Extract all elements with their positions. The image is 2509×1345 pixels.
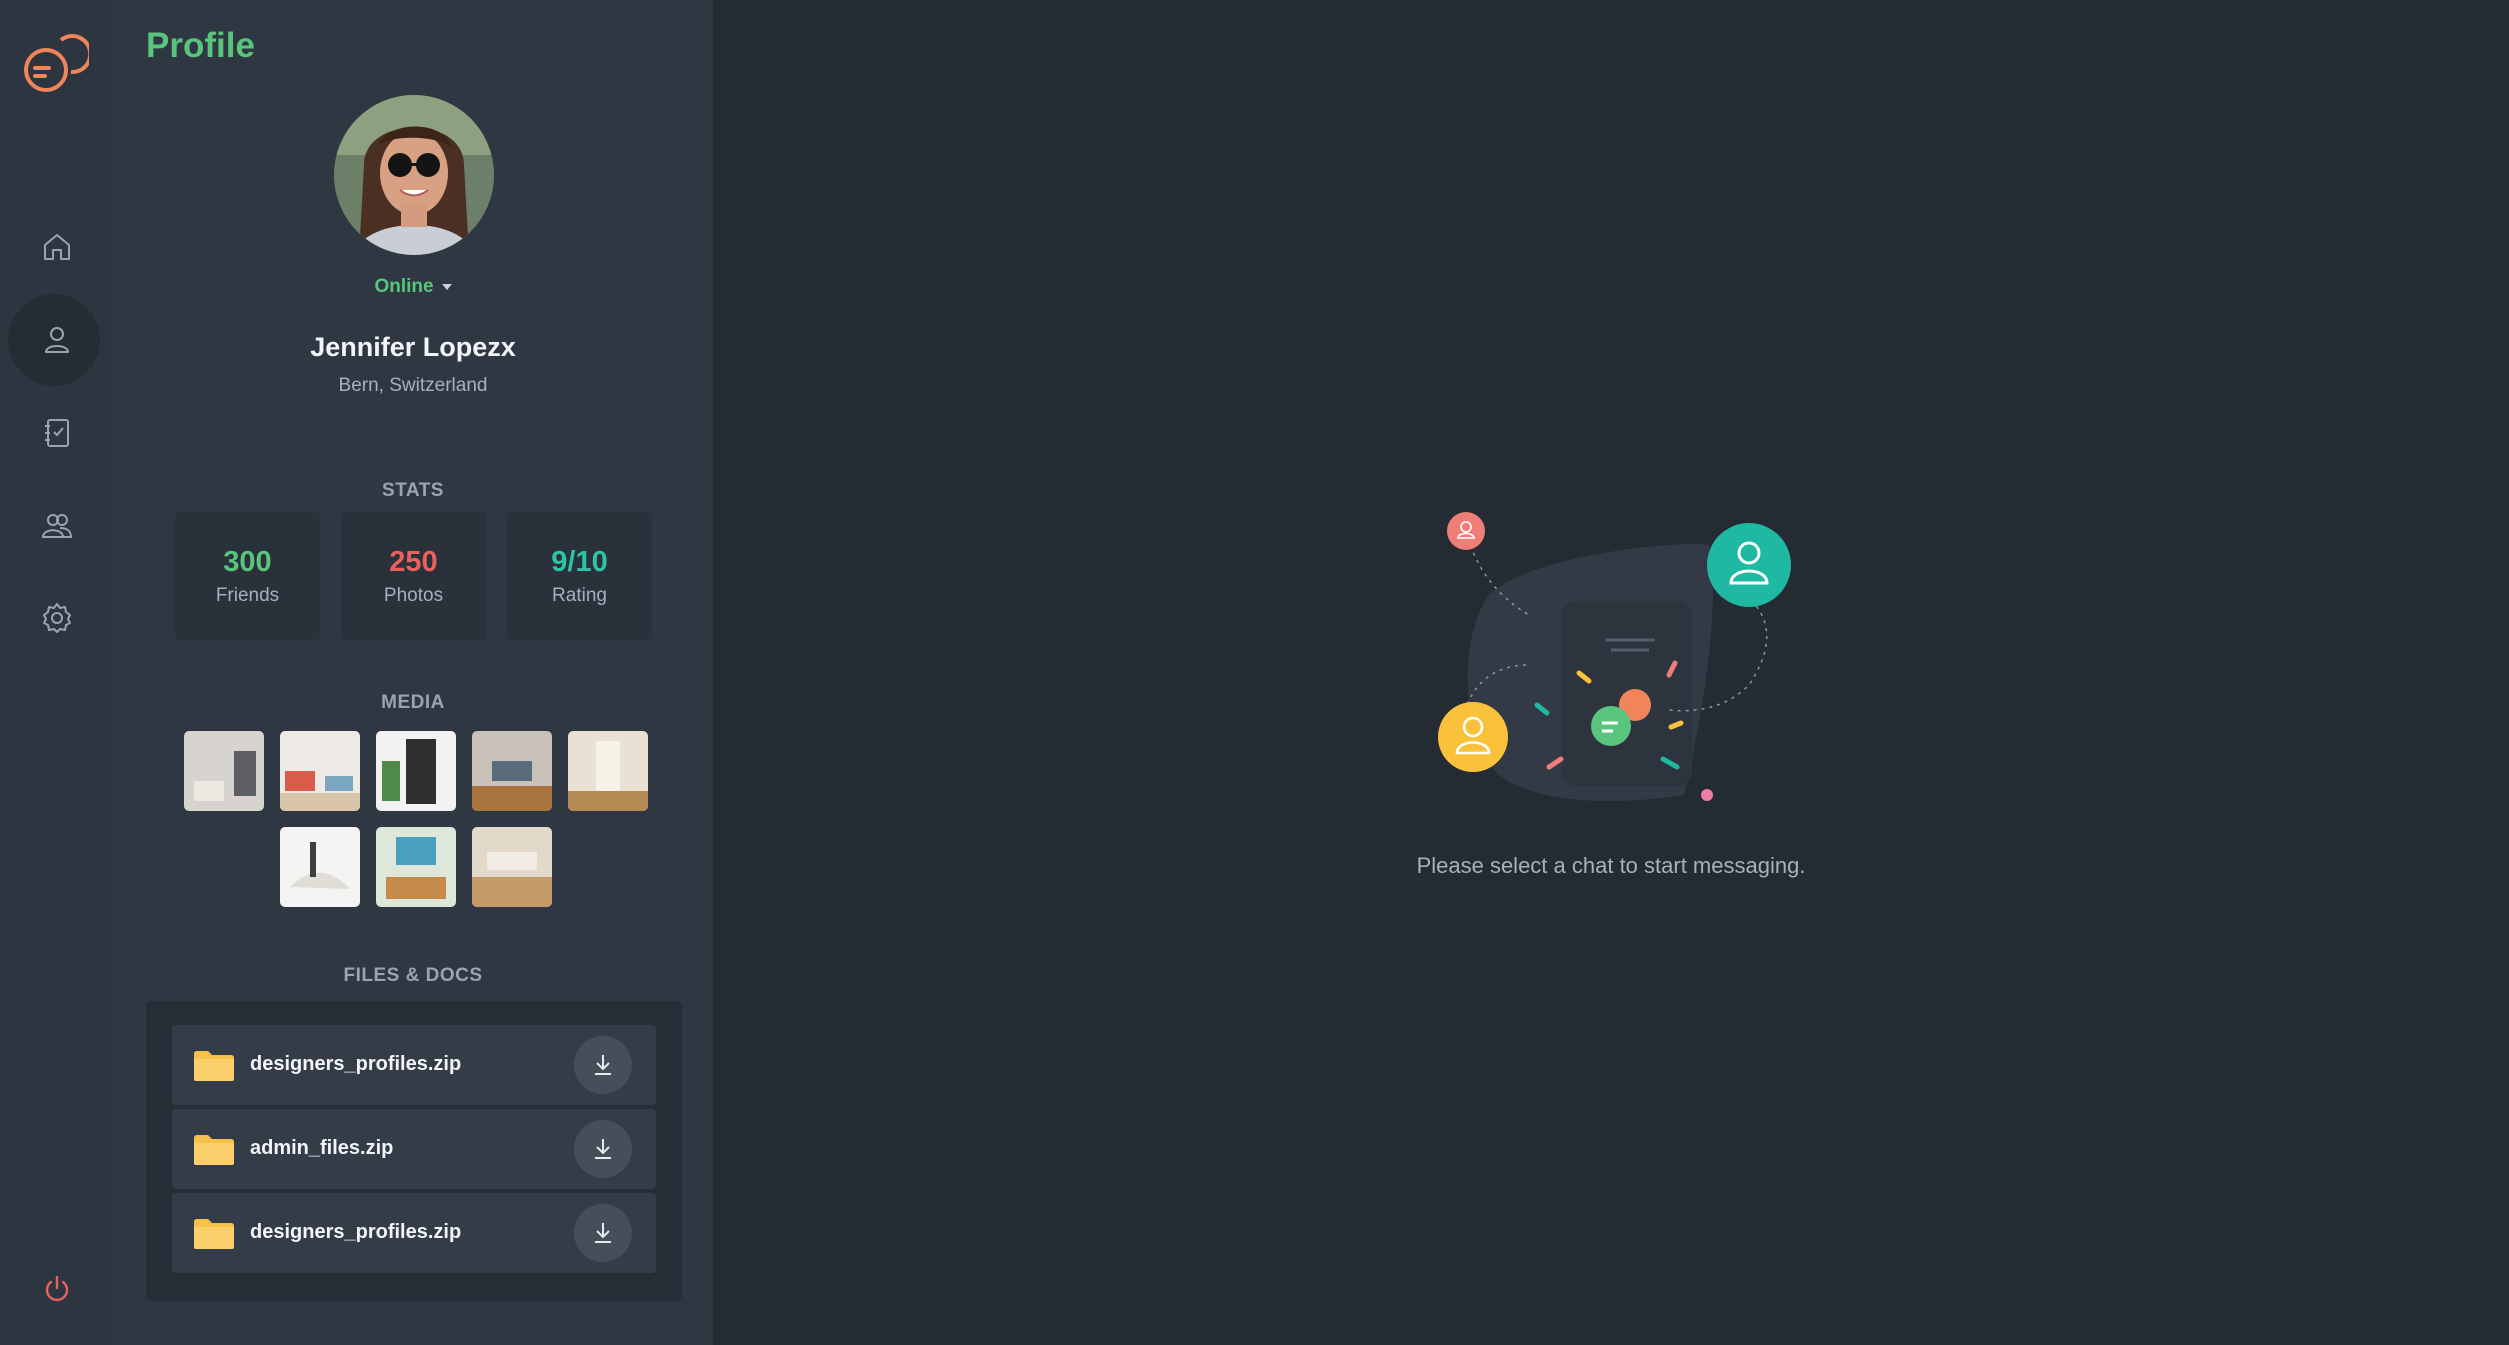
download-icon — [595, 1139, 611, 1159]
stats-heading: STATS — [382, 480, 444, 501]
media-thumbnail[interactable] — [280, 827, 360, 907]
status-label: Online — [374, 276, 434, 297]
nav-contacts[interactable] — [0, 387, 113, 479]
empty-state-message: Please select a chat to start messaging. — [1416, 853, 1806, 878]
media-thumbnail[interactable] — [376, 731, 456, 811]
contacts-icon — [44, 419, 69, 447]
stat-label: Friends — [215, 585, 280, 606]
empty-chat-illustration — [1438, 512, 1791, 801]
profile-name: Jennifer Lopezx — [310, 332, 516, 362]
file-name: designers_profiles.zip — [250, 1221, 462, 1243]
stat-label: Photos — [383, 585, 444, 606]
download-button[interactable] — [574, 1036, 632, 1094]
media-grid — [181, 731, 651, 923]
logout-button[interactable] — [0, 1245, 113, 1333]
folder-icon — [194, 1219, 234, 1249]
users-icon — [41, 514, 72, 538]
user-icon — [44, 327, 69, 353]
stat-value: 300 — [223, 546, 272, 578]
file-name: designers_profiles.zip — [250, 1053, 462, 1075]
stat-friends: 300 Friends — [175, 512, 320, 640]
status-dropdown[interactable]: Online — [113, 276, 713, 298]
nav-home[interactable] — [0, 201, 113, 293]
stat-value: 9/10 — [551, 546, 608, 578]
avatar — [334, 95, 494, 255]
stat-label: Rating — [552, 585, 607, 606]
stat-value: 250 — [389, 546, 438, 578]
files-heading: FILES & DOCS — [343, 965, 483, 986]
media-heading: MEDIA — [381, 692, 445, 713]
chat-area: Please select a chat to start messaging. — [713, 0, 2509, 1345]
download-icon — [595, 1055, 611, 1075]
folder-icon — [194, 1051, 234, 1081]
download-button[interactable] — [574, 1120, 632, 1178]
file-item[interactable]: admin_files.zip — [172, 1109, 656, 1189]
gear-icon — [42, 603, 71, 633]
media-thumbnail[interactable] — [568, 731, 648, 811]
media-thumbnail[interactable] — [376, 827, 456, 907]
file-item[interactable]: designers_profiles.zip — [172, 1193, 656, 1273]
file-item[interactable]: designers_profiles.zip — [172, 1025, 656, 1105]
file-name: admin_files.zip — [250, 1137, 394, 1159]
media-thumbnail[interactable] — [472, 827, 552, 907]
folder-icon — [194, 1135, 234, 1165]
stat-rating: 9/10 Rating — [507, 512, 652, 640]
media-thumbnail[interactable] — [280, 731, 360, 811]
nav-rail — [0, 0, 113, 1345]
profile-location: Bern, Switzerland — [338, 375, 488, 396]
media-thumbnail[interactable] — [184, 731, 264, 811]
stat-photos: 250 Photos — [341, 512, 486, 640]
media-thumbnail[interactable] — [472, 731, 552, 811]
download-button[interactable] — [574, 1204, 632, 1262]
page-title: Profile — [146, 26, 255, 65]
app-window: Profile Online Jennifer Lopezx Bern, Swi… — [0, 0, 2509, 1345]
power-icon — [45, 1275, 68, 1302]
stats-cards: 300 Friends 250 Photos 9/10 Rating — [175, 512, 652, 640]
files-list: designers_profiles.zip admin_files.zip d… — [146, 1001, 682, 1301]
home-icon — [43, 234, 70, 260]
chevron-down-icon — [441, 283, 452, 290]
download-icon — [595, 1223, 611, 1243]
nav-groups[interactable] — [0, 480, 113, 572]
profile-panel: Profile Online Jennifer Lopezx Bern, Swi… — [113, 0, 713, 1345]
logo-chat-icon[interactable] — [19, 30, 89, 100]
nav-profile[interactable] — [0, 294, 113, 386]
nav-settings[interactable] — [0, 572, 113, 664]
